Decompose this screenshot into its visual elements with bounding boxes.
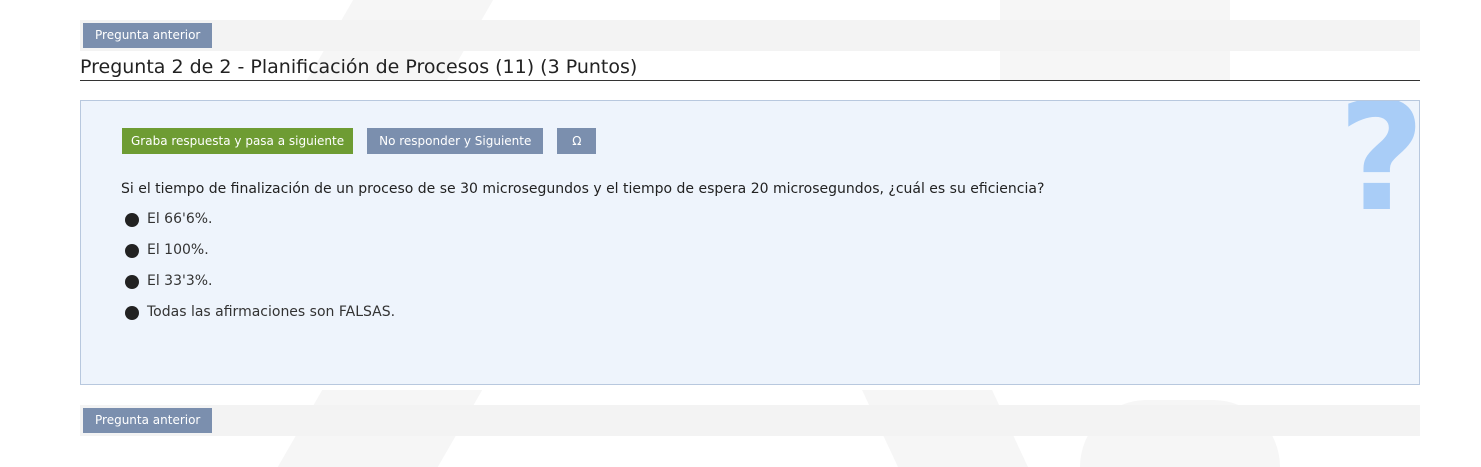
skip-and-next-button[interactable]: No responder y Siguiente (367, 128, 544, 154)
radio-button[interactable] (125, 306, 139, 320)
question-title: Pregunta 2 de 2 - Planificación de Proce… (80, 55, 1420, 81)
question-panel: ? Graba respuesta y pasa a siguiente No … (80, 100, 1420, 385)
radio-button[interactable] (125, 213, 139, 227)
omega-button[interactable]: Ω (557, 128, 597, 154)
question-mark-icon: ? (1337, 100, 1420, 245)
answer-option-label: El 100%. (147, 241, 209, 258)
radio-button[interactable] (125, 244, 139, 258)
answer-option[interactable]: El 33'3%. (125, 265, 395, 296)
bottom-nav-bar: Pregunta anterior (80, 405, 1420, 436)
previous-question-button[interactable]: Pregunta anterior (83, 23, 213, 48)
answer-option[interactable]: Todas las afirmaciones son FALSAS. (125, 296, 395, 327)
answer-option-label: El 33'3%. (147, 272, 213, 289)
answer-option-label: Todas las afirmaciones son FALSAS. (147, 303, 396, 320)
answer-option[interactable]: El 66'6%. (125, 203, 395, 234)
answer-option-label: El 66'6%. (147, 210, 213, 227)
answer-options: El 66'6%. El 100%. El 33'3%. Todas las a… (125, 203, 395, 327)
save-and-next-button[interactable]: Graba respuesta y pasa a siguiente (122, 128, 354, 154)
previous-question-button[interactable]: Pregunta anterior (83, 408, 213, 433)
answer-option[interactable]: El 100%. (125, 234, 395, 265)
action-buttons: Graba respuesta y pasa a siguiente No re… (122, 128, 597, 154)
question-text: Si el tiempo de finalización de un proce… (121, 181, 1045, 197)
radio-button[interactable] (125, 275, 139, 289)
top-nav-bar: Pregunta anterior (80, 20, 1420, 51)
